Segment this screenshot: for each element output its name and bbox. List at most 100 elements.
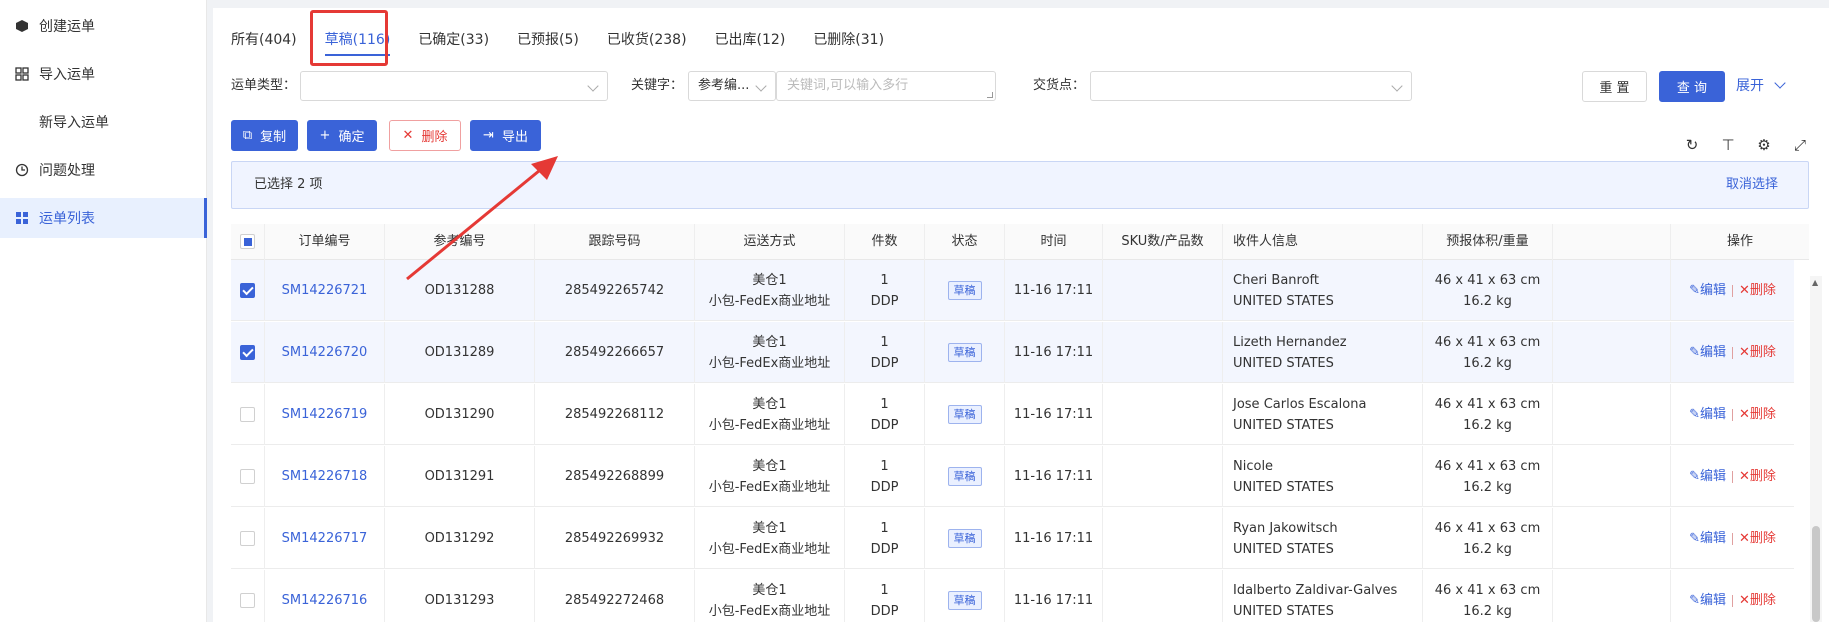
table-cell bbox=[231, 260, 265, 321]
edit-link[interactable]: ✎编辑 bbox=[1689, 590, 1726, 611]
shipping-warehouse: 美仓1 bbox=[752, 272, 787, 288]
close-icon: ✕ bbox=[1739, 469, 1750, 484]
refresh-icon[interactable]: ↻ bbox=[1683, 136, 1701, 154]
keyword-input[interactable]: 关键词,可以输入多行 bbox=[776, 71, 996, 101]
table-row[interactable]: SM14226719 OD131290 285492268112 美仓1 小包-FedE… bbox=[231, 384, 1794, 445]
delete-link[interactable]: ✕删除 bbox=[1739, 528, 1776, 549]
close-icon: ✕ bbox=[1739, 593, 1750, 608]
edit-icon: ✎ bbox=[1689, 531, 1700, 546]
sidebar-item-issue-handling[interactable]: 问题处理 bbox=[0, 150, 207, 190]
row-checkbox[interactable] bbox=[240, 407, 255, 422]
tab-deleted[interactable]: 已删除(31) bbox=[813, 20, 884, 60]
forecast-weight: 16.2 kg bbox=[1463, 355, 1512, 371]
tab-all[interactable]: 所有(404) bbox=[231, 20, 297, 60]
cancel-selection-link[interactable]: 取消选择 bbox=[1726, 162, 1778, 208]
box-icon bbox=[16, 20, 28, 32]
expand-toggle[interactable]: 展开 bbox=[1736, 71, 1787, 101]
table-header: 订单编号 参考编号 跟踪号码 运送方式 件数 状态 时间 SKU数/产品数 收件… bbox=[231, 224, 1809, 260]
row-checkbox[interactable] bbox=[240, 593, 255, 608]
order-number-link[interactable]: SM14226719 bbox=[282, 404, 368, 425]
column-header[interactable]: 参考编号 bbox=[385, 224, 535, 260]
table-row[interactable]: SM14226721 OD131288 285492265742 美仓1 小包-FedE… bbox=[231, 260, 1794, 321]
column-header[interactable]: 跟踪号码 bbox=[535, 224, 695, 260]
scroll-up-icon[interactable]: ▲ bbox=[1812, 278, 1818, 287]
row-checkbox[interactable] bbox=[240, 283, 255, 298]
table-cell: OD131291 bbox=[385, 446, 535, 507]
table-cell: Nicole UNITED STATES bbox=[1223, 446, 1423, 507]
confirm-button[interactable]: + 确定 bbox=[307, 120, 377, 151]
column-header[interactable]: 运送方式 bbox=[695, 224, 845, 260]
column-header[interactable]: 预报体积/重量 bbox=[1423, 224, 1553, 260]
table-row[interactable]: SM14226716 OD131293 285492272468 美仓1 小包-FedE… bbox=[231, 570, 1794, 622]
column-header[interactable]: 件数 bbox=[845, 224, 925, 260]
tab-forecast[interactable]: 已预报(5) bbox=[517, 20, 579, 60]
table-cell: SM14226720 bbox=[265, 322, 385, 383]
tracking-number: 285492265742 bbox=[564, 283, 665, 298]
forecast-weight: 16.2 kg bbox=[1463, 293, 1512, 309]
row-checkbox[interactable] bbox=[240, 345, 255, 360]
table-cell: ✎编辑 ✕删除 bbox=[1671, 260, 1794, 321]
column-header[interactable]: 状态 bbox=[925, 224, 1005, 260]
delete-link[interactable]: ✕删除 bbox=[1739, 590, 1776, 611]
column-header[interactable]: SKU数/产品数 bbox=[1103, 224, 1223, 260]
tab-draft[interactable]: 草稿(116) bbox=[324, 20, 390, 60]
query-button[interactable]: 查 询 bbox=[1659, 71, 1725, 102]
table-row[interactable]: SM14226717 OD131292 285492269932 美仓1 小包-FedE… bbox=[231, 508, 1794, 569]
forecast-weight: 16.2 kg bbox=[1463, 479, 1512, 495]
reset-button[interactable]: 重 置 bbox=[1582, 71, 1647, 102]
edit-link[interactable]: ✎编辑 bbox=[1689, 528, 1726, 549]
tab-confirmed[interactable]: 已确定(33) bbox=[418, 20, 489, 60]
table-cell: 46 x 41 x 63 cm 16.2 kg bbox=[1423, 322, 1553, 383]
order-number-link[interactable]: SM14226718 bbox=[282, 466, 368, 487]
delete-button[interactable]: ✕ 删除 bbox=[389, 120, 461, 151]
chevron-down-icon bbox=[1774, 77, 1787, 89]
resize-grip-icon[interactable] bbox=[987, 92, 993, 98]
table-cell: ✎编辑 ✕删除 bbox=[1671, 570, 1794, 622]
row-actions: ✎编辑 ✕删除 bbox=[1689, 466, 1776, 487]
column-header[interactable]: 收件人信息 bbox=[1223, 224, 1423, 260]
table-cell: 1 DDP bbox=[845, 508, 925, 569]
edit-link[interactable]: ✎编辑 bbox=[1689, 466, 1726, 487]
edit-link[interactable]: ✎编辑 bbox=[1689, 342, 1726, 363]
confirm-button-label: 确定 bbox=[338, 130, 365, 145]
waybill-type-select[interactable] bbox=[300, 71, 608, 101]
delete-link[interactable]: ✕删除 bbox=[1739, 342, 1776, 363]
edit-link[interactable]: ✎编辑 bbox=[1689, 280, 1726, 301]
row-actions: ✎编辑 ✕删除 bbox=[1689, 528, 1776, 549]
order-number-link[interactable]: SM14226717 bbox=[282, 528, 368, 549]
delivery-point-select[interactable] bbox=[1090, 71, 1412, 101]
tab-received[interactable]: 已收货(238) bbox=[607, 20, 687, 60]
copy-button[interactable]: ⧉ 复制 bbox=[231, 120, 298, 151]
export-button[interactable]: ⇥ 导出 bbox=[470, 120, 541, 151]
order-number-link[interactable]: SM14226720 bbox=[282, 342, 368, 363]
column-header[interactable]: 订单编号 bbox=[265, 224, 385, 260]
sidebar-item-create-waybill[interactable]: 创建运单 bbox=[0, 6, 207, 46]
edit-link[interactable]: ✎编辑 bbox=[1689, 404, 1726, 425]
sidebar-item-import-waybill[interactable]: 导入运单 bbox=[0, 54, 207, 94]
order-number-link[interactable]: SM14226721 bbox=[282, 280, 368, 301]
tracking-number: 285492269932 bbox=[564, 531, 665, 546]
select-all-checkbox[interactable] bbox=[240, 234, 255, 249]
tab-shipped[interactable]: 已出库(12) bbox=[715, 20, 786, 60]
gear-icon[interactable]: ⚙ bbox=[1755, 136, 1773, 154]
table-row[interactable]: SM14226720 OD131289 285492266657 美仓1 小包-FedE… bbox=[231, 322, 1794, 383]
close-icon: ✕ bbox=[1739, 283, 1750, 298]
delete-link[interactable]: ✕删除 bbox=[1739, 404, 1776, 425]
sidebar-item-label: 运单列表 bbox=[39, 211, 95, 227]
vertical-scrollbar[interactable]: ▲ bbox=[1810, 276, 1822, 622]
scrollbar-thumb[interactable] bbox=[1812, 526, 1820, 622]
sidebar-item-new-import-waybill[interactable]: 新导入运单 bbox=[0, 102, 207, 142]
status-badge: 草稿 bbox=[947, 281, 982, 300]
row-checkbox[interactable] bbox=[240, 531, 255, 546]
row-checkbox[interactable] bbox=[240, 469, 255, 484]
shipping-warehouse: 美仓1 bbox=[752, 520, 787, 536]
order-number-link[interactable]: SM14226716 bbox=[282, 590, 368, 611]
delete-link[interactable]: ✕删除 bbox=[1739, 466, 1776, 487]
delete-link[interactable]: ✕删除 bbox=[1739, 280, 1776, 301]
fullscreen-icon[interactable]: ⤢ bbox=[1791, 136, 1809, 154]
column-height-icon[interactable]: ⊤ bbox=[1719, 136, 1737, 154]
column-header[interactable]: 时间 bbox=[1005, 224, 1103, 260]
keyword-type-select[interactable]: 参考编... bbox=[688, 71, 776, 101]
sidebar-item-waybill-list[interactable]: 运单列表 bbox=[0, 198, 207, 238]
table-row[interactable]: SM14226718 OD131291 285492268899 美仓1 小包-FedE… bbox=[231, 446, 1794, 507]
